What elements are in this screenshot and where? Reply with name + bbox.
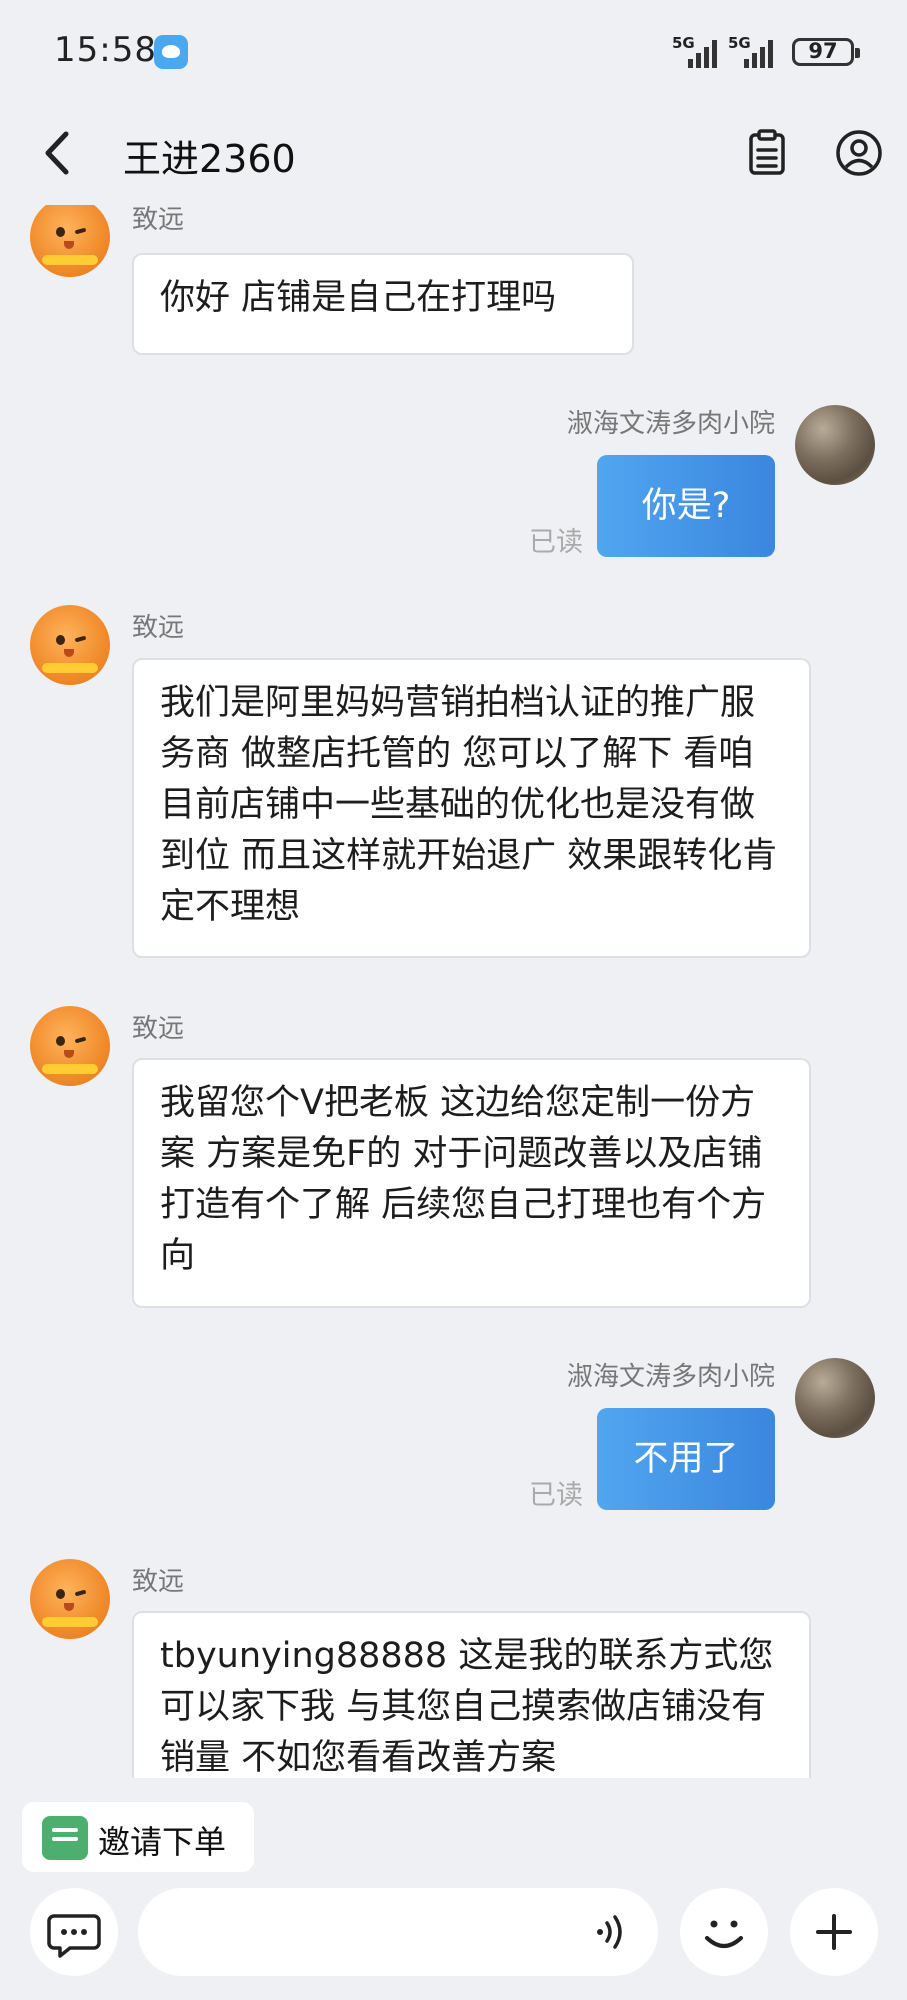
battery-level: 97 [808,39,838,63]
invite-order-icon [42,1816,88,1860]
read-status: 已读 [529,1480,583,1511]
profile-button[interactable] [832,126,886,180]
message-bubble[interactable]: tbyunying88888 这是我的联系方式您可以家下我 与其您自己摸索做店铺… [132,1611,811,1778]
invite-order-button[interactable]: 邀请下单 [22,1802,254,1872]
message-bubble[interactable]: 你是? [597,455,775,557]
status-time: 15:58 [54,30,157,70]
sender-avatar[interactable] [30,1006,110,1086]
self-avatar[interactable] [795,1358,875,1438]
chevron-left-icon [45,131,69,175]
order-list-button[interactable] [740,126,794,180]
voice-wave-icon [597,1915,622,1949]
battery-icon: 97 [792,38,860,66]
chat-bubble-icon [47,1914,101,1958]
message-bubble[interactable]: 不用了 [597,1408,775,1510]
input-bar [0,1880,907,2000]
back-button[interactable] [30,120,86,186]
sender-name: 淑海文涛多肉小院 [566,1362,775,1392]
notification-app-icon [154,35,188,69]
status-bar: 15:58 5G 5G 97 [0,0,907,100]
message-bubble[interactable]: 我们是阿里妈妈营销拍档认证的推广服务商 做整店托管的 您可以了解下 看咱目前店铺… [132,658,811,958]
chat-header: 王进2360 [0,100,907,205]
emoji-button[interactable] [680,1888,768,1976]
plus-icon [816,1914,852,1950]
sender-avatar[interactable] [30,605,110,685]
chat-title: 王进2360 [123,137,296,181]
sender-name: 致远 [132,205,185,235]
quick-reply-button[interactable] [30,1888,118,1976]
sender-name: 淑海文涛多肉小院 [566,409,775,439]
message-list[interactable]: 致远 你好 店铺是自己在打理吗 淑海文涛多肉小院 你是? 已读 致远 我们是阿里… [0,205,907,1778]
voice-input-button[interactable] [590,1910,634,1954]
more-actions-button[interactable] [790,1888,878,1976]
invite-order-label: 邀请下单 [98,1823,227,1861]
read-status: 已读 [529,527,583,558]
sender-name: 致远 [132,1567,185,1597]
message-input[interactable] [138,1888,658,1976]
sender-avatar[interactable] [30,205,110,277]
sender-avatar[interactable] [30,1559,110,1639]
message-bubble[interactable]: 我留您个V把老板 这边给您定制一份方案 方案是免F的 对于问题改善以及店铺打造有… [132,1058,811,1308]
self-avatar[interactable] [795,405,875,485]
message-bubble[interactable]: 你好 店铺是自己在打理吗 [132,253,634,355]
sender-name: 致远 [132,613,185,643]
user-circle-icon [836,130,882,176]
sender-name: 致远 [132,1014,185,1044]
clipboard-icon [749,129,785,175]
smiley-icon [705,1920,743,1948]
